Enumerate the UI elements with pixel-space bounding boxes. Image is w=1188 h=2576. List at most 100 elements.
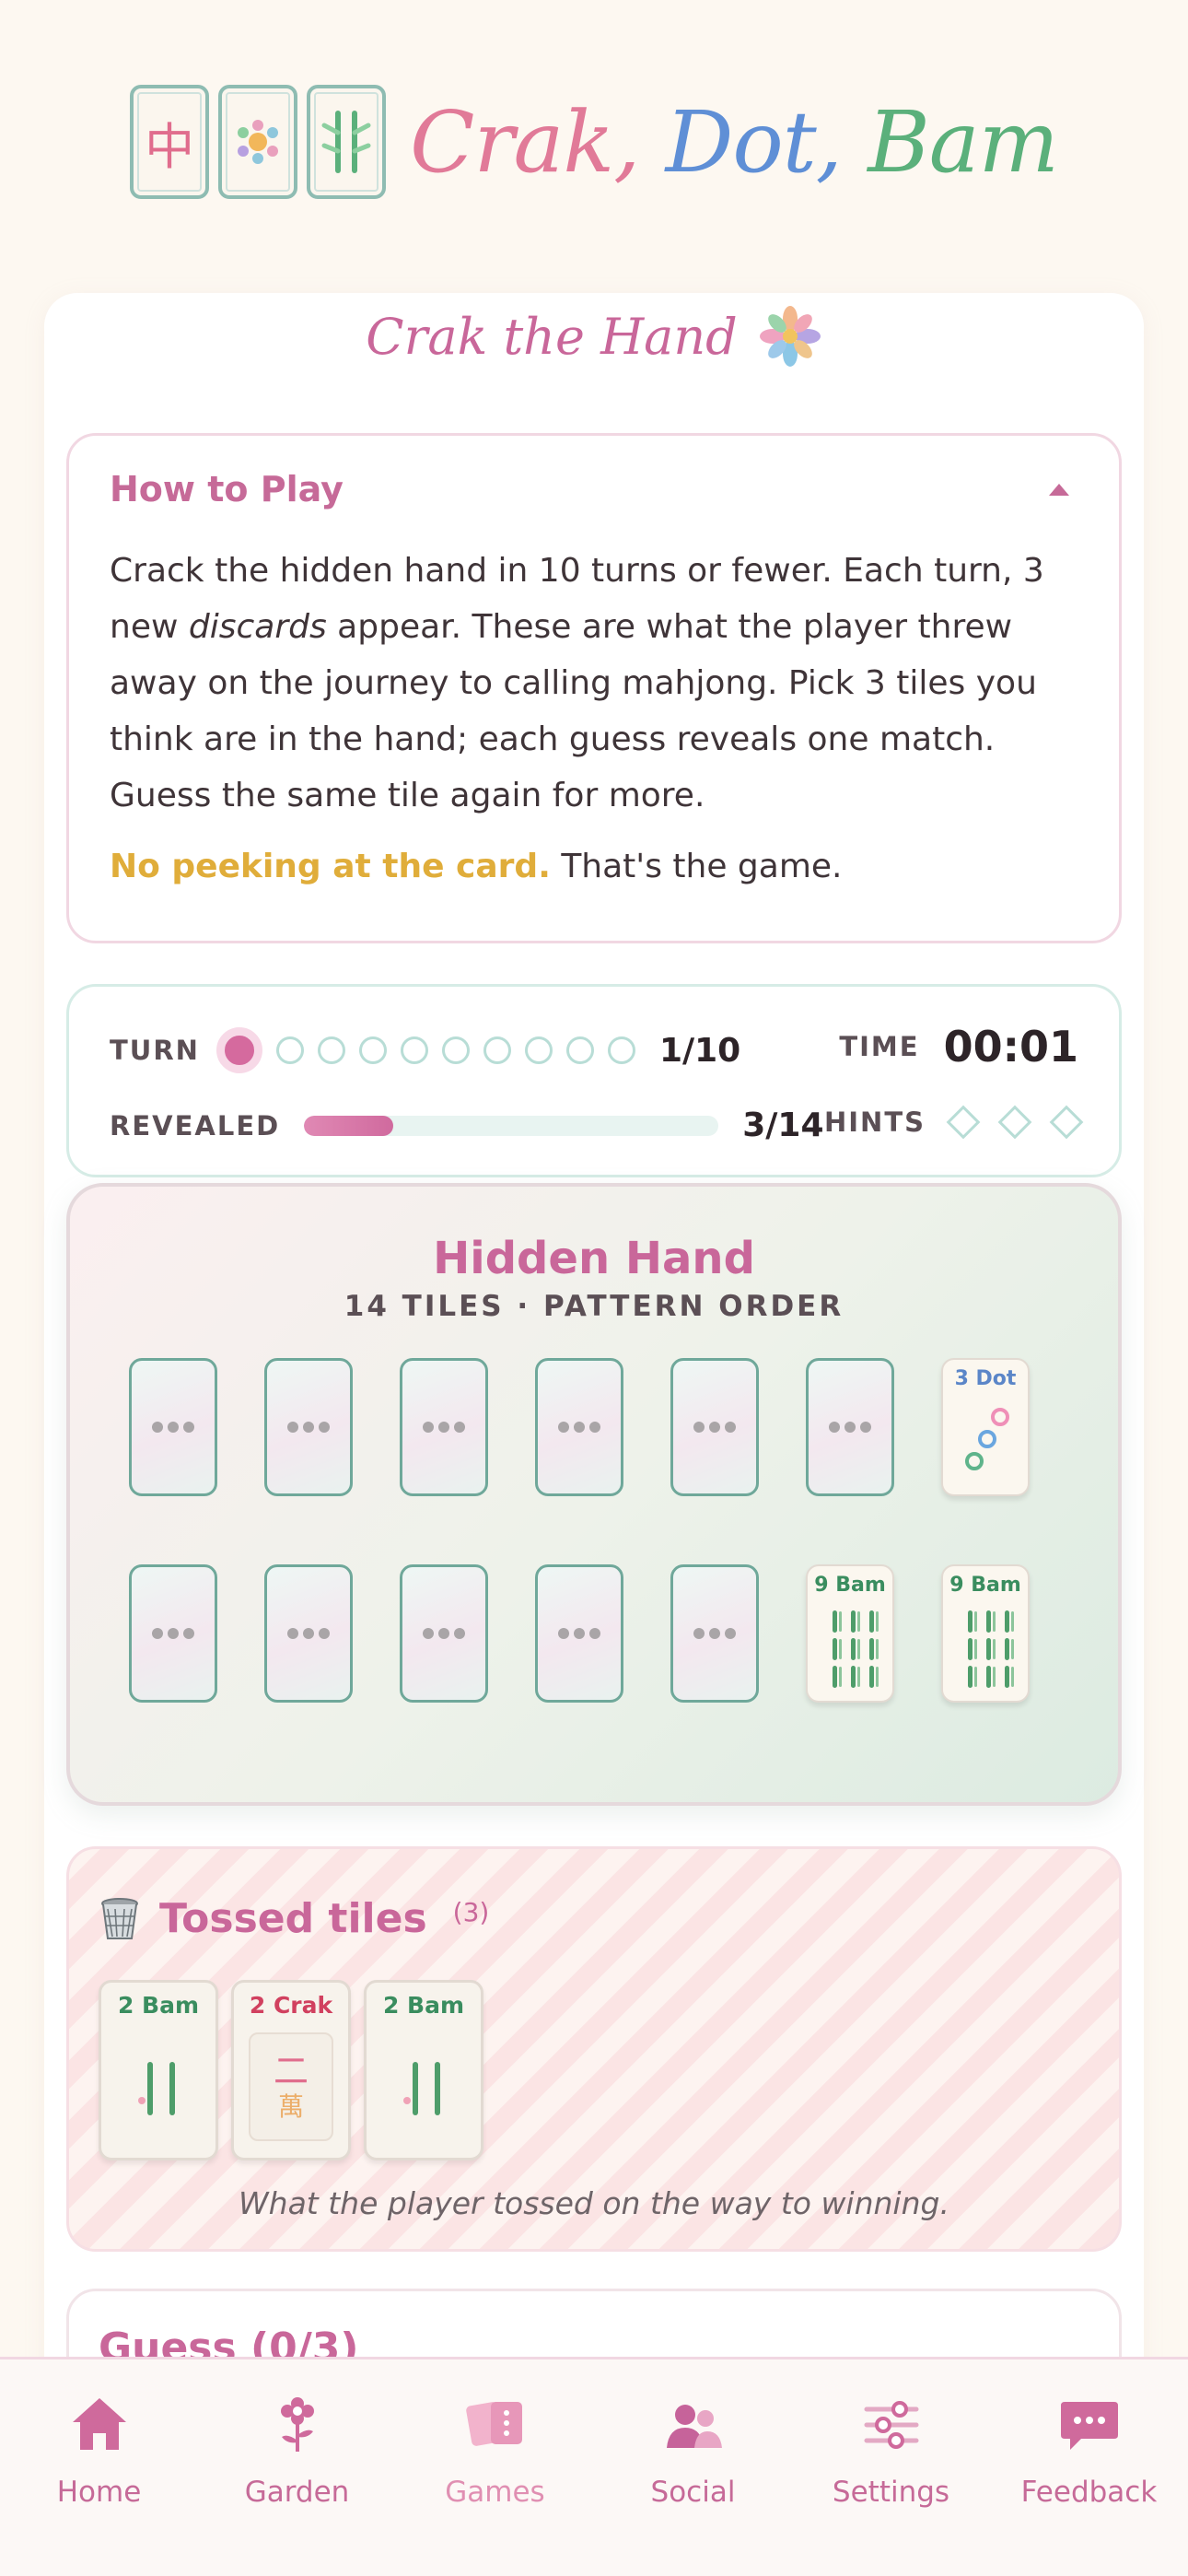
two-bamboo-icon [138,2062,175,2115]
logo-bam-tile [307,85,387,199]
tossed-tile-2-bam: 2 Bam [364,1980,483,2160]
how-to-play-title: How to Play [110,469,344,509]
how-to-play-panel: How to Play Crack the hidden hand in 10 … [66,433,1122,943]
hint-diamond-icon[interactable] [997,1105,1032,1140]
crak-number-glyph: 二 [273,2051,309,2091]
app-title: Crak, Dot, Bam [410,92,1059,192]
hidden-tile [264,1564,353,1703]
logo-dot-tile [218,85,298,199]
turn-dot [441,1036,470,1064]
hints-label: HINTS [824,1107,926,1138]
revealed-progress-fill [304,1115,393,1136]
nav-home[interactable]: Home [7,2393,192,2576]
time-label: TIME [839,1031,920,1062]
dot-flower-icon [238,120,279,164]
how-to-play-footer: No peeking at the card. That's the game. [110,848,1078,885]
how-to-play-toggle[interactable]: How to Play [110,469,1078,509]
revealed-progress-bar [304,1115,719,1136]
hidden-tile [129,1358,217,1496]
hint-diamonds [944,1105,1084,1140]
nav-label: Garden [244,2476,350,2509]
turn-dot [317,1036,345,1064]
bottom-nav: Home Garden Games Social Settings Feedba… [0,2357,1188,2576]
tile-label: 9 Bam [949,1574,1021,1597]
tile-label: 2 Bam [382,1992,465,2019]
nav-garden[interactable]: Garden [205,2393,390,2576]
time-value: 00:01 [943,1022,1078,1071]
hidden-tile [129,1564,217,1703]
turn-dot [275,1036,304,1064]
tossed-title: Tossed tiles [159,1895,427,1942]
tossed-header: Tossed tiles (3) [97,1895,489,1942]
crak-character-icon: 二 萬 [249,2032,333,2141]
stats-panel: TURN 1/10 TIME 00:01 REVEALED 3/14 HINTS [66,984,1122,1177]
three-dot-icon [965,1408,1009,1470]
nav-label: Games [445,2476,545,2509]
tossed-tiles-panel: Tossed tiles (3) 2 Bam 2 Crak 二 萬 2 Bam [66,1846,1122,2252]
two-bamboo-icon [403,2062,440,2115]
turn-dot [358,1036,387,1064]
caret-up-icon[interactable] [1049,483,1069,496]
hint-diamond-icon[interactable] [1049,1105,1084,1140]
tossed-tile-2-bam: 2 Bam [99,1980,218,2160]
how-text-em: discards [188,608,327,646]
cards-icon [465,2402,522,2446]
hand-row-2: 9 Bam 9 Bam [129,1564,1030,1703]
hand-row-1: 3 Dot [129,1358,1030,1496]
nav-label: Settings [832,2476,950,2509]
hidden-tile [670,1564,759,1703]
wastebasket-icon [101,1897,138,1939]
crak-wan-glyph: 萬 [277,2091,304,2122]
tossed-tiles-list: 2 Bam 2 Crak 二 萬 2 Bam [99,1980,483,2160]
revealed-tile-3-dot: 3 Dot [941,1358,1030,1496]
game-title-text: Crak the Hand [366,307,738,366]
logo: 中 [130,85,387,199]
app-header: 中 Crak, Dot, Bam [0,77,1188,206]
turn-dot [524,1036,553,1064]
hint-diamond-icon[interactable] [946,1105,981,1140]
chat-icon [1060,2402,1118,2450]
tossed-count: (3) [452,1897,490,1927]
tossed-caption: What the player tossed on the way to win… [239,2185,949,2221]
sliders-icon [864,2401,918,2449]
tile-label: 9 Bam [814,1574,886,1597]
title-bam: Bam [868,92,1059,192]
hidden-tile [806,1358,894,1496]
crak-glyph: 中 [145,117,195,176]
flower-icon [280,2397,314,2452]
turn-label: TURN [110,1035,200,1066]
hints: HINTS [824,1105,1084,1140]
tile-label: 2 Bam [117,1992,200,2019]
nine-bamboo-icon [963,1610,1013,1688]
revealed-label: REVEALED [110,1109,281,1142]
hidden-tile [400,1564,488,1703]
game-title: Crak the Hand [0,304,1188,369]
hidden-tile [535,1358,623,1496]
revealed-count: 3/14 [742,1107,824,1144]
turn-dots [215,1027,635,1073]
revealed-tile-9-bam: 9 Bam [941,1564,1030,1703]
bamboo-icon [321,111,371,173]
nav-games[interactable]: Games [403,2393,588,2576]
nav-feedback[interactable]: Feedback [997,2393,1182,2576]
nine-bamboo-icon [828,1610,878,1688]
tile-label: 2 Crak [249,1992,333,2019]
hidden-tile [670,1358,759,1496]
timer: TIME 00:01 [839,1022,1078,1071]
home-icon [72,2398,126,2450]
turn-dot [607,1036,635,1064]
revealed-row: REVEALED 3/14 [110,1107,824,1144]
turn-dot [565,1036,594,1064]
nav-social[interactable]: Social [601,2393,786,2576]
title-crak: Crak, [410,92,640,192]
tossed-tile-2-crak: 2 Crak 二 萬 [231,1980,351,2160]
logo-crak-tile: 中 [130,85,210,199]
nav-label: Social [650,2476,736,2509]
hidden-hand-title: Hidden Hand [433,1233,755,1284]
turn-dot-current [215,1027,262,1073]
revealed-tile-9-bam: 9 Bam [806,1564,894,1703]
hidden-hand-panel: Hidden Hand 14 TILES · PATTERN ORDER 3 D… [66,1183,1122,1806]
hidden-tile [264,1358,353,1496]
people-icon [666,2405,722,2448]
nav-settings[interactable]: Settings [799,2393,984,2576]
